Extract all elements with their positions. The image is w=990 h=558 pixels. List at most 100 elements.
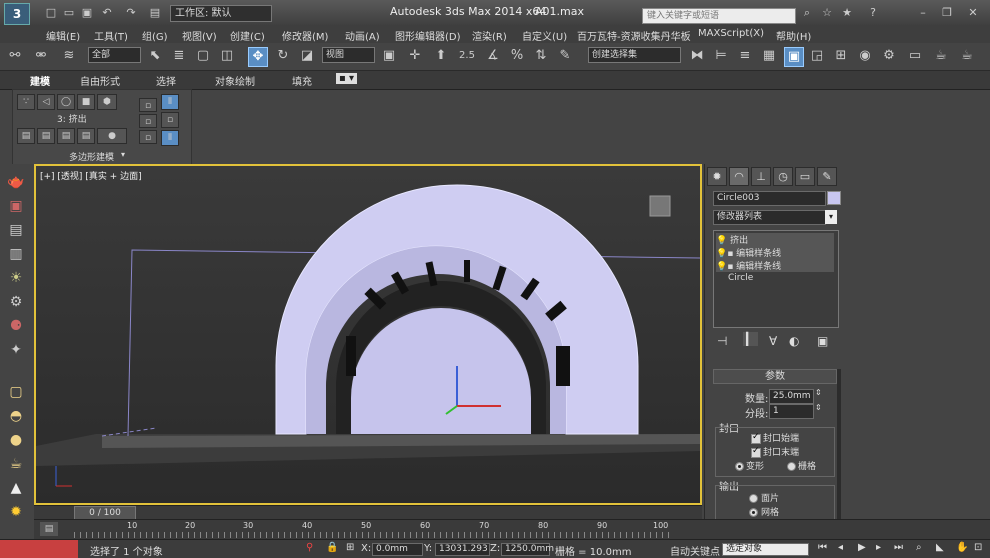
teapot-primitive-icon[interactable]: ☕ xyxy=(6,454,26,474)
layer-manager-icon[interactable]: ≡ xyxy=(736,47,754,65)
select-object-icon[interactable]: ⬉ xyxy=(146,47,164,65)
app-logo-icon[interactable]: 3 xyxy=(4,3,30,25)
open-file-icon[interactable]: ▭ xyxy=(62,6,76,19)
schematic-view-icon[interactable]: ⊞ xyxy=(832,47,850,65)
output-mesh-radio[interactable] xyxy=(749,508,758,517)
show-end-result-icon[interactable]: ▎ xyxy=(743,332,759,346)
modify-tab-icon[interactable]: ◠ xyxy=(729,167,749,186)
list-icon[interactable]: ▤ xyxy=(6,220,26,240)
hemisphere-icon[interactable]: ◓ xyxy=(6,406,26,426)
spinner-snap-icon[interactable]: ⇅ xyxy=(532,47,550,65)
sun-icon[interactable]: ✹ xyxy=(6,502,26,522)
select-scale-icon[interactable]: ◪ xyxy=(298,47,316,65)
stack-item-edit-spline-2[interactable]: 💡▪ 编辑样条线 xyxy=(716,259,834,272)
play-icon[interactable]: ▶ xyxy=(858,542,866,553)
modify-tool-1-icon[interactable]: ▤ xyxy=(17,128,35,144)
mini-curve-editor-icon[interactable]: ▤ xyxy=(40,522,58,536)
select-rotate-icon[interactable]: ↻ xyxy=(274,47,292,65)
amount-input[interactable]: 25.0mm xyxy=(769,389,814,404)
save-file-icon[interactable]: ▣ xyxy=(80,6,94,19)
pin-stack-icon[interactable]: ⊣ xyxy=(717,334,727,348)
menu-animation[interactable]: 动画(A) xyxy=(345,28,380,43)
named-selection-dropdown[interactable]: 创建选择集 xyxy=(588,47,681,63)
vertex-mode-icon[interactable]: ∵ xyxy=(17,94,35,110)
menu-rendering[interactable]: 渲染(R) xyxy=(472,28,507,43)
panel-scrollbar[interactable] xyxy=(837,369,841,519)
zoom-icon[interactable]: ⌕ xyxy=(916,542,922,553)
create-tab-icon[interactable]: ✹ xyxy=(707,167,727,186)
menu-help[interactable]: 帮助(H) xyxy=(776,28,811,43)
auto-key-button[interactable]: 自动关键点 xyxy=(670,543,720,558)
go-to-end-icon[interactable]: ⏭ xyxy=(894,542,903,553)
cone-icon[interactable]: ▲ xyxy=(6,478,26,498)
box-icon[interactable]: ▢ xyxy=(6,382,26,402)
polygon-mode-icon[interactable]: ■ xyxy=(77,94,95,110)
redo-icon[interactable]: ↷ xyxy=(124,6,138,19)
percent-snap-icon[interactable]: % xyxy=(508,47,526,65)
favorites-icon[interactable]: ★ xyxy=(840,6,854,19)
tab-modeling[interactable]: 建模 xyxy=(30,73,50,88)
close-icon[interactable]: ✕ xyxy=(966,6,980,19)
side-tool-2-icon[interactable]: ▫ xyxy=(139,114,157,128)
material-editor-icon[interactable]: ◉ xyxy=(856,47,874,65)
z-coordinate-input[interactable]: 1250.0mm xyxy=(501,543,554,556)
object-name-field[interactable]: Circle003 xyxy=(713,191,826,206)
edit-named-selection-icon[interactable]: ✎ xyxy=(556,47,574,65)
menu-modifiers[interactable]: 修改器(M) xyxy=(282,28,328,43)
motion-tab-icon[interactable]: ◷ xyxy=(773,167,793,186)
border-mode-icon[interactable]: ◯ xyxy=(57,94,75,110)
parameters-rollout-title[interactable]: 参数 xyxy=(713,369,837,384)
track-bar[interactable]: ▤ 10 20 30 40 50 60 70 80 90 100 xyxy=(34,519,990,540)
morph-radio[interactable] xyxy=(735,462,744,471)
menu-views[interactable]: 视图(V) xyxy=(182,28,217,43)
modify-tool-2-icon[interactable]: ▤ xyxy=(37,128,55,144)
selection-lock-icon[interactable]: 🔒 xyxy=(326,542,338,553)
mirror-icon[interactable]: ⧓ xyxy=(688,47,706,65)
teapot-icon[interactable]: 🫖 xyxy=(6,172,26,192)
minimize-icon[interactable]: – xyxy=(916,6,930,19)
workspace-dropdown[interactable]: 工作区: 默认 xyxy=(170,5,272,22)
isolate-icon[interactable]: ⚲ xyxy=(306,542,313,553)
modify-tool-3-icon[interactable]: ▤ xyxy=(57,128,75,144)
tab-populate[interactable]: 填充 xyxy=(292,73,312,88)
previous-frame-icon[interactable]: ◂ xyxy=(838,542,843,553)
stack-item-extrude[interactable]: 💡 挤出 xyxy=(716,233,834,246)
ribbon-panel-label[interactable]: 多边形建模 xyxy=(69,150,114,163)
window-crossing-icon[interactable]: ◫ xyxy=(218,47,236,65)
side-tool-3-icon[interactable]: ▫ xyxy=(139,130,157,144)
cap-end-checkbox[interactable] xyxy=(751,446,761,458)
make-unique-icon[interactable]: ∀ xyxy=(769,334,777,348)
modify-tool-4-icon[interactable]: ▤ xyxy=(77,128,95,144)
layers-icon[interactable]: ▥ xyxy=(6,244,26,264)
absolute-mode-icon[interactable]: ⊞ xyxy=(346,542,354,553)
side-tool-4-icon[interactable]: ⫴ xyxy=(161,94,179,110)
rendered-frame-icon[interactable]: ▭ xyxy=(906,47,924,65)
material-icon[interactable]: ▣ xyxy=(6,196,26,216)
wrench-icon[interactable]: ✦ xyxy=(6,340,26,360)
amount-spinner-icon[interactable]: ⇕ xyxy=(815,388,822,397)
align-icon[interactable]: ⊨ xyxy=(712,47,730,65)
segments-input[interactable]: 1 xyxy=(769,404,814,419)
keyboard-shortcut-icon[interactable]: ⬆ xyxy=(432,47,450,65)
tab-selection[interactable]: 选择 xyxy=(156,73,176,88)
menu-create[interactable]: 创建(C) xyxy=(230,28,265,43)
field-of-view-icon[interactable]: ◣ xyxy=(936,542,944,553)
gear-icon[interactable]: ⚙ xyxy=(6,292,26,312)
scene-explorer-icon[interactable]: ▦ xyxy=(760,47,778,65)
panel-expand-icon[interactable]: ▾ xyxy=(121,150,125,159)
render-setup-icon[interactable]: ⚙ xyxy=(880,47,898,65)
grid-radio[interactable] xyxy=(787,462,796,471)
angle-snap-icon[interactable]: ∡ xyxy=(484,47,502,65)
segments-spinner-icon[interactable]: ⇕ xyxy=(815,403,822,412)
reference-coord-dropdown[interactable]: 视图 xyxy=(322,47,375,63)
selected-object-dropdown[interactable]: 选定对象 xyxy=(722,543,809,556)
menu-plugin[interactable]: 百万瓦特-资源收集丹华板 xyxy=(577,28,691,43)
curve-editor-icon[interactable]: ◲ xyxy=(808,47,826,65)
menu-tools[interactable]: 工具(T) xyxy=(94,28,128,43)
maxscript-listener[interactable] xyxy=(0,540,78,558)
subscription-icon[interactable]: ☆ xyxy=(820,6,834,19)
menu-group[interactable]: 组(G) xyxy=(142,28,168,43)
configure-sets-icon[interactable]: ▣ xyxy=(817,334,828,348)
menu-edit[interactable]: 编辑(E) xyxy=(46,28,80,43)
undo-icon[interactable]: ↶ xyxy=(100,6,114,19)
